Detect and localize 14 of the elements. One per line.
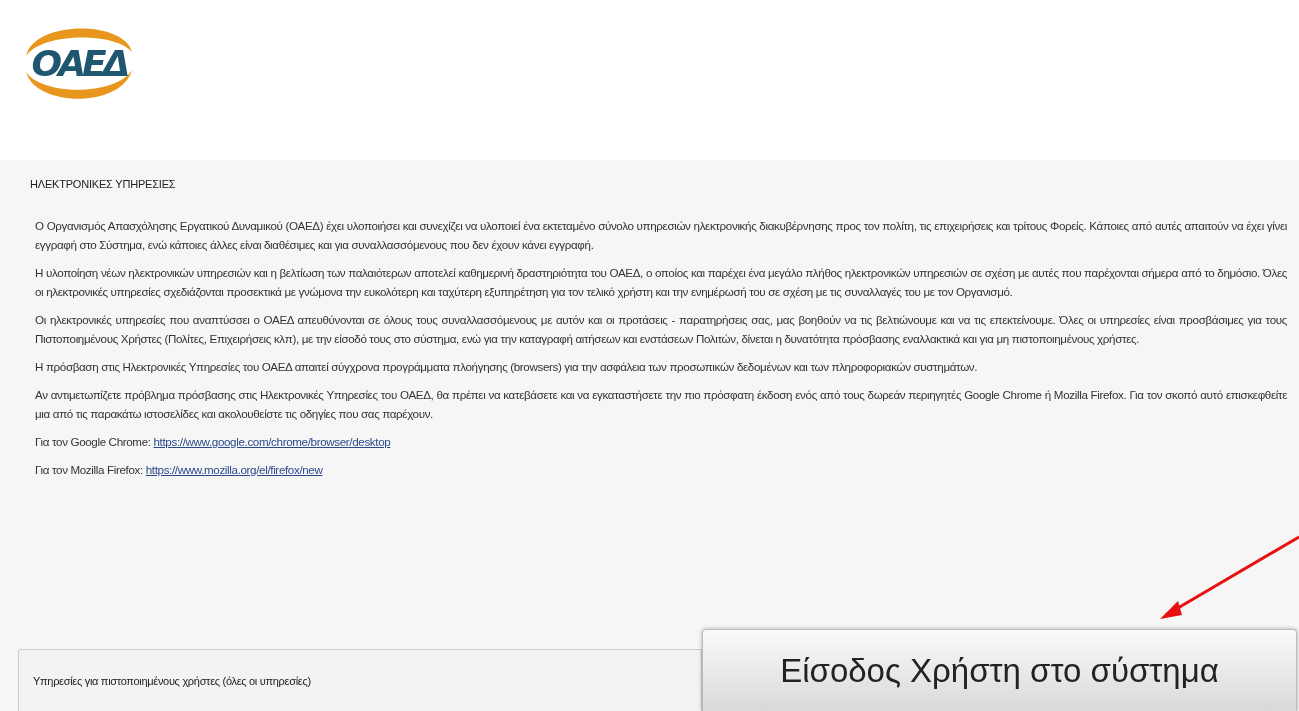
panel-title: Υπηρεσίες για πιστοποιημένους χρήστες (όλες οι υπηρεσίες) <box>33 674 311 687</box>
section-heading: ΗΛΕΚΤΡΟΝΙΚΕΣ ΥΠΗΡΕΣΙΕΣ <box>29 177 177 190</box>
paragraph: Οι ηλεκτρονικές υπηρεσίες που αναπτύσσει ο ΟΑΕΔ απευθύνονται σε όλους τους συναλλασσόμενους με αυτόν και οι προτάσεις - παρατηρήσεις σας, μας βοηθούν να τις βελτιώνουμε και να τις επεκτείνουμε. Όλες οι υπηρεσίες είναι προσβάσιμες για τους Πιστοποιημένους Χρήστες (Πολίτες, Επιχειρήσεις κλπ), με την είσοδό τους στο σύστημα, ενώ για την καταγραφή αιτήσεων και ενστάσεων Πολιτών, δίνεται η δυνατότητα πρόσβασης εναλλακτικά και για μη πιστοποιημένους χρήστες. <box>35 312 1287 347</box>
link-line: Για τον Google Chrome: https://www.google.com/chrome/browser/desktop <box>35 434 392 450</box>
paragraph: Αν αντιμετωπίζετε πρόβλημα πρόσβασης στις Ηλεκτρονικές Υπηρεσίες του ΟΑΕΔ, θα πρέπει να κατεβάσετε και να εγκαταστήσετε την πιο πρόσφατη έκδοση ενός από τους δωρεάν περιηγητές Google Chrome ή Mozilla Firefox. Για τον σκοπό αυτό επισκεφθείτε μια από τις παρακάτω ιστοσελίδες και ακολουθείστε τις οδηγίες που σας παρέχουν. <box>35 387 1287 422</box>
services-panel[interactable]: Υπηρεσίες για πιστοποιημένους χρήστες (όλες οι υπηρεσίες) <box>18 649 702 711</box>
paragraph: Η υλοποίηση νέων ηλεκτρονικών υπηρεσιών και η βελτίωση των παλαιότερων αποτελεί καθημερινή δραστηριότητα του ΟΑΕΔ, ο οποίος και παρέχει ένα μεγάλο πλήθος ηλεκτρονικών υπηρεσιών σε σχέση με αυτές που παρέχονται σήμερα από το δημόσιο. Όλες οι ηλεκτρονικές υπηρεσίες σχεδιάζονται προσεκτικά με γνώμονα την ευκολότερη και ταχύτερη εξυπηρέτηση για τον τελικό χρήστη και την ενημέρωσή του σε σχέση με τις συναλλαγές του με τον Οργανισμό. <box>35 265 1287 300</box>
link[interactable]: https://www.mozilla.org/el/firefox/new <box>145 463 323 476</box>
login-button[interactable]: Είσοδος Χρήστη στο σύστημα <box>702 629 1297 711</box>
link-line: Για τον Mozilla Firefox: https://www.mozilla.org/el/firefox/new <box>35 462 324 478</box>
logo-text: ΟΑΕΔ <box>31 42 127 84</box>
paragraph: Ο Οργανισμός Απασχόλησης Εργατικού Δυναμικού (ΟΑΕΔ) έχει υλοποιήσει και συνεχίζει να υλοποιεί ένα εκτεταμένο σύνολο υπηρεσιών ηλεκτρονικής διακυβέρνησης προς τον πολίτη, τις επιχειρήσεις και τρίτους Φορείς. Κάποιες από αυτές απαιτούν να έχει γίνει εγγραφή στο Σύστημα, ενώ κάποιες άλλες είναι διαθέσιμες και για συναλλασσόμενους που δεν έχουν κάνει εγγραφή. <box>35 218 1287 253</box>
link[interactable]: https://www.google.com/chrome/browser/desktop <box>153 435 391 448</box>
paragraph: Η πρόσβαση στις Ηλεκτρονικές Υπηρεσίες του ΟΑΕΔ απαιτεί σύγχρονα προγράμματα πλοήγησης (browsers) για την ασφάλεια των προσωπικών δεδομένων και των πληροφοριακών συστημάτων. <box>35 359 979 375</box>
